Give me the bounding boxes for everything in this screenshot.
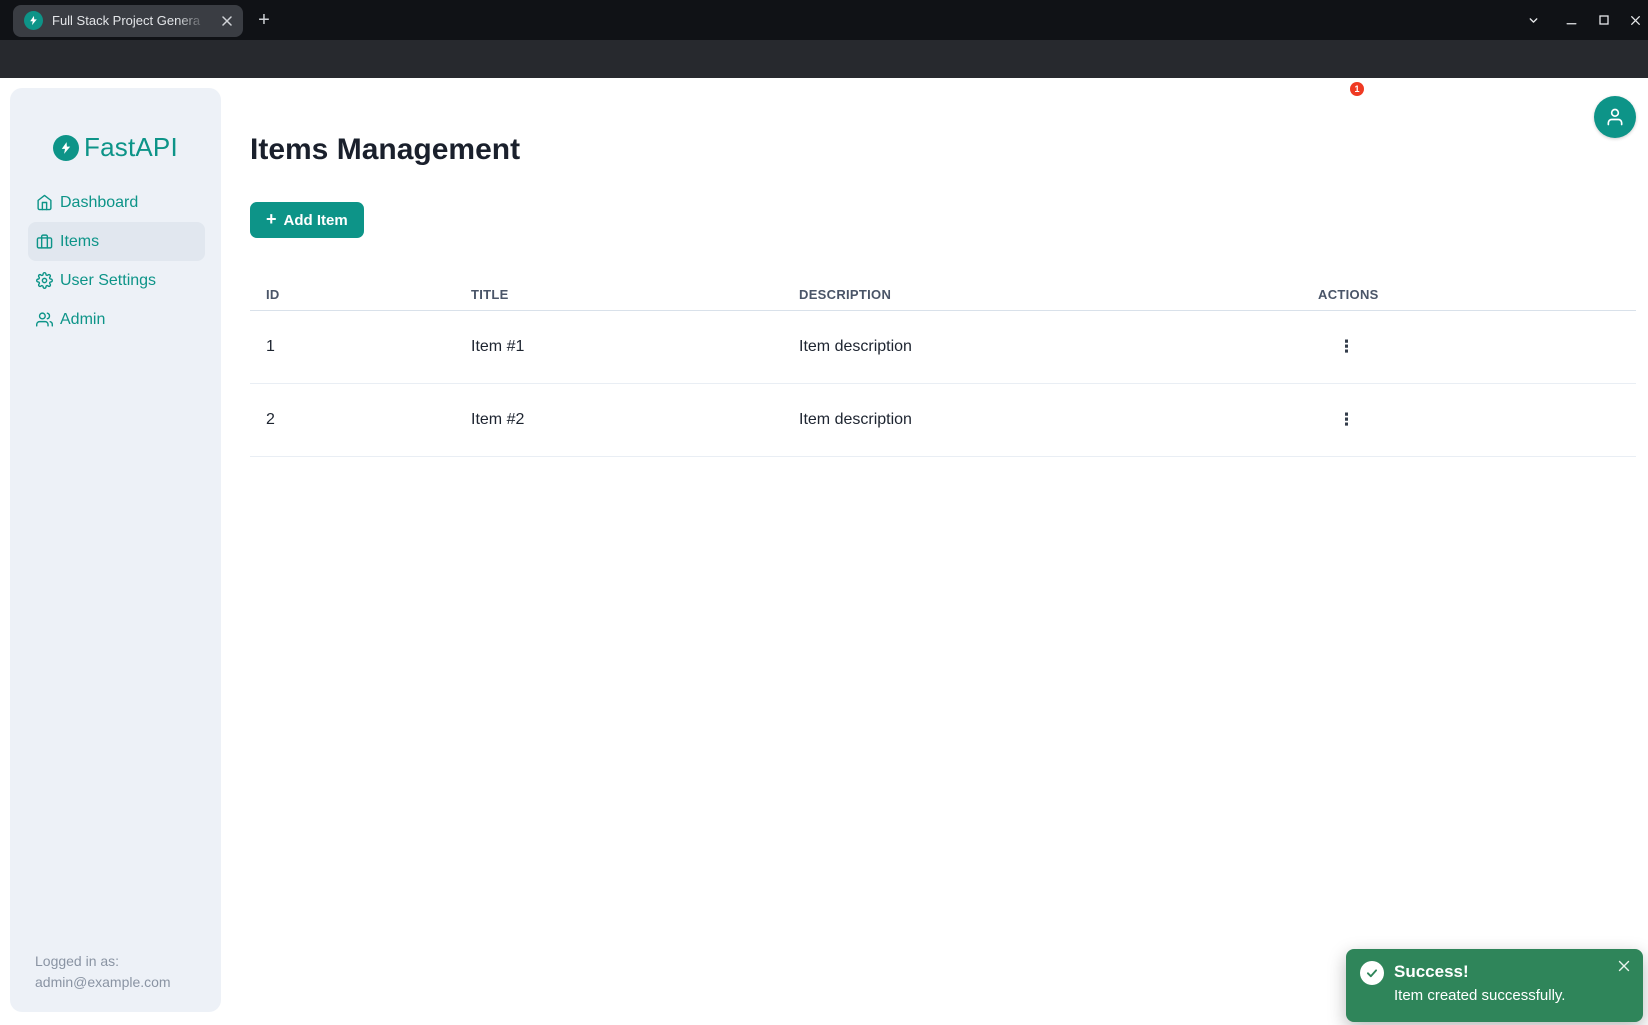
window-maximize-button[interactable] <box>1594 10 1614 30</box>
logo-text: FastAPI <box>84 132 178 163</box>
user-avatar-button[interactable] <box>1594 96 1636 138</box>
window-close-button[interactable] <box>1625 10 1645 30</box>
browser-toolbar: i localhost/items 1 <box>0 40 1648 78</box>
sidebar-item-items[interactable]: Items <box>28 222 205 261</box>
check-circle-icon <box>1360 961 1384 985</box>
logged-in-label: Logged in as: <box>35 951 171 972</box>
toast-message: Item created successfully. <box>1394 987 1565 1004</box>
add-item-label: Add Item <box>284 212 348 229</box>
cell-id: 1 <box>250 338 455 356</box>
fastapi-bolt-icon <box>53 135 79 161</box>
cell-description: Item description <box>783 411 1302 429</box>
cell-description: Item description <box>783 338 1302 356</box>
tab-title: Full Stack Project Genera <box>52 5 212 37</box>
page-title: Items Management <box>250 130 520 170</box>
page-content: FastAPI Dashboard Items User Settings <box>0 78 1648 1025</box>
column-header-actions: ACTIONS <box>1302 287 1636 302</box>
items-table: ID TITLE DESCRIPTION ACTIONS 1 Item #1 I… <box>250 278 1636 457</box>
sidebar-item-label: User Settings <box>60 272 156 290</box>
fastapi-favicon-icon <box>24 11 43 30</box>
new-tab-button[interactable]: + <box>253 4 275 36</box>
tab-search-chevron-icon[interactable] <box>1523 10 1543 30</box>
browser-tab[interactable]: Full Stack Project Genera <box>13 5 243 37</box>
cell-title: Item #2 <box>455 411 783 429</box>
table-header-row: ID TITLE DESCRIPTION ACTIONS <box>250 278 1636 311</box>
column-header-description: DESCRIPTION <box>783 287 1302 302</box>
window-minimize-button[interactable] <box>1561 10 1581 30</box>
user-icon <box>1605 107 1625 127</box>
tab-close-icon[interactable] <box>219 13 235 29</box>
rewards-notification-badge: 1 <box>1350 82 1364 96</box>
logged-in-footer: Logged in as: admin@example.com <box>35 951 171 993</box>
briefcase-icon <box>36 233 53 250</box>
browser-tab-bar: Full Stack Project Genera + <box>0 0 1648 40</box>
cell-id: 2 <box>250 411 455 429</box>
table-row: 1 Item #1 Item description ⋮ <box>250 311 1636 384</box>
logged-in-email: admin@example.com <box>35 972 171 993</box>
table-row: 2 Item #2 Item description ⋮ <box>250 384 1636 457</box>
sidebar-item-label: Dashboard <box>60 194 138 212</box>
success-toast: Success! Item created successfully. <box>1346 949 1643 1022</box>
gear-icon <box>36 272 53 289</box>
sidebar-item-label: Admin <box>60 311 105 329</box>
sidebar-item-dashboard[interactable]: Dashboard <box>28 183 205 222</box>
sidebar-item-admin[interactable]: Admin <box>28 300 205 339</box>
row-actions-kebab-icon[interactable]: ⋮ <box>1338 337 1355 356</box>
toast-close-icon[interactable] <box>1615 957 1633 975</box>
home-icon <box>36 194 53 211</box>
app-sidebar: FastAPI Dashboard Items User Settings <box>10 88 221 1012</box>
plus-icon: + <box>266 210 277 228</box>
row-actions-kebab-icon[interactable]: ⋮ <box>1338 410 1355 429</box>
users-icon <box>36 311 53 328</box>
sidebar-item-user-settings[interactable]: User Settings <box>28 261 205 300</box>
fastapi-logo: FastAPI <box>53 132 178 163</box>
sidebar-menu: Dashboard Items User Settings Admin <box>10 183 221 339</box>
add-item-button[interactable]: + Add Item <box>250 202 364 238</box>
column-header-title: TITLE <box>455 287 783 302</box>
column-header-id: ID <box>250 287 455 302</box>
sidebar-item-label: Items <box>60 233 99 251</box>
toast-title: Success! <box>1394 962 1469 982</box>
cell-title: Item #1 <box>455 338 783 356</box>
